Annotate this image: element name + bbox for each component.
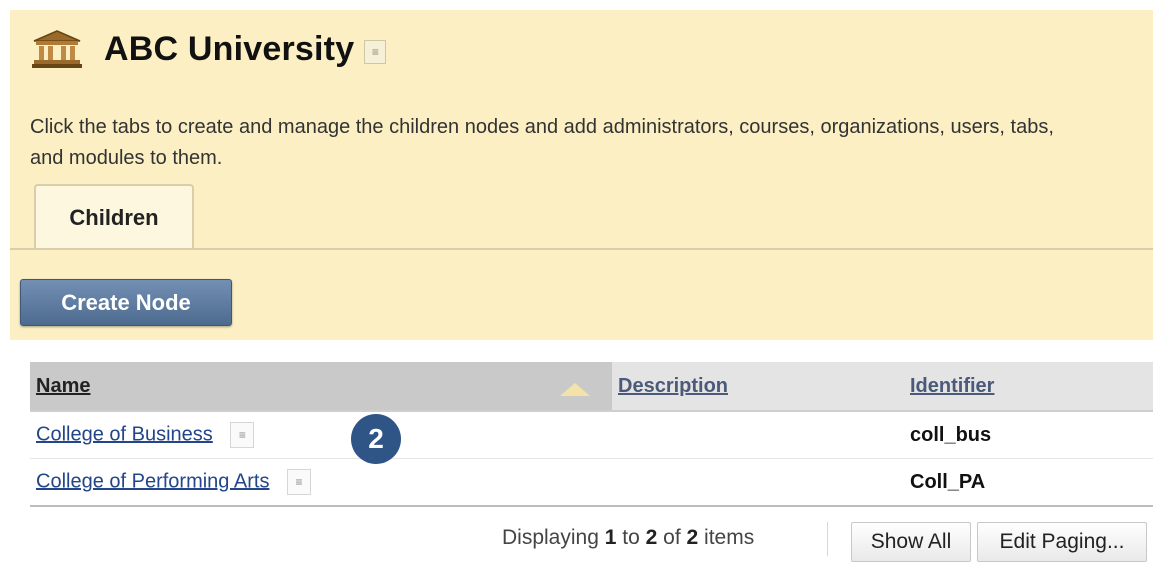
create-node-button[interactable]: Create Node [20,279,232,326]
column-header-name[interactable]: Name [30,362,612,412]
edit-paging-button[interactable]: Edit Paging... [977,522,1147,562]
chevron-double-down-icon[interactable]: ≡ [287,469,311,495]
identifier-cell: Coll_PA [904,458,1153,507]
paging-divider [827,522,828,556]
description-cell [612,411,904,459]
paging-prefix: Displaying [502,526,599,549]
page-header: ABC University ≡ Click the tabs to creat… [10,10,1153,340]
page-title: ABC University [104,29,355,68]
node-link[interactable]: College of Performing Arts [36,470,269,492]
paging-suffix: items [704,526,755,549]
chevron-double-down-icon[interactable]: ≡ [230,422,255,448]
children-table: Name Description Identifier College of B… [30,362,1153,507]
sort-by-identifier-link[interactable]: Identifier [910,375,994,397]
table-row: College of Business ≡ coll_bus [30,411,1153,459]
name-cell: College of Business ≡ [30,411,612,459]
sort-by-name-link[interactable]: Name [36,375,90,397]
node-link[interactable]: College of Business [36,423,213,445]
column-header-description[interactable]: Description [612,362,904,412]
sort-ascending-icon [560,382,590,396]
paging-to: 2 [645,526,658,549]
table-row: College of Performing Arts ≡ Coll_PA [30,458,1153,507]
sort-by-description-link[interactable]: Description [618,375,728,397]
paging-from: 1 [604,526,617,549]
chevron-double-down-icon[interactable]: ≡ [364,40,387,64]
paging-total: 2 [686,526,699,549]
instructions-text: Click the tabs to create and manage the … [30,116,1054,169]
identifier-cell: coll_bus [904,411,1153,459]
name-cell: College of Performing Arts ≡ [30,458,612,507]
bank-building-icon [32,30,82,68]
description-cell [612,458,904,507]
paging-status: Displaying 1 to 2 of 2 items [502,526,754,550]
title-row: ABC University ≡ [32,24,387,74]
paging-to-word: to [622,526,640,549]
column-header-identifier[interactable]: Identifier [904,362,1153,412]
show-all-button[interactable]: Show All [851,522,971,562]
paging-of-word: of [663,526,681,549]
table-header-row: Name Description Identifier [30,362,1153,412]
tab-strip-divider [10,248,1153,250]
step-callout-badge: 2 [351,414,401,464]
tab-children[interactable]: Children [34,184,194,250]
